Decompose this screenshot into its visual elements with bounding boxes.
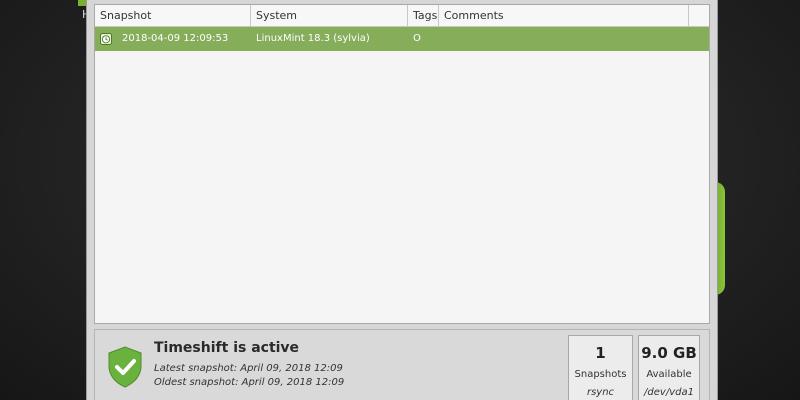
status-panel: Timeshift is active Latest snapshot: Apr…	[94, 329, 710, 400]
device-label: /dev/vda1	[644, 387, 694, 398]
system-cell: LinuxMint 18.3 (sylvia)	[256, 33, 370, 44]
snapshot-mode-label: rsync	[586, 387, 615, 398]
table-row[interactable]: 2018-04-09 12:09:53 LinuxMint 18.3 (sylv…	[95, 27, 709, 51]
latest-snapshot-text: Latest snapshot: April 09, 2018 12:09	[154, 363, 343, 374]
column-header-comments[interactable]: Comments	[439, 5, 689, 26]
column-header-row: Snapshot System Tags Comments	[95, 5, 709, 27]
oldest-snapshot-text: Oldest snapshot: April 09, 2018 12:09	[154, 377, 345, 388]
snapshot-date-cell: 2018-04-09 12:09:53	[122, 33, 229, 44]
column-header-tags[interactable]: Tags	[408, 5, 439, 26]
timeshift-window: Snapshot System Tags Comments 2018-04-09…	[86, 0, 718, 400]
column-header-snapshot[interactable]: Snapshot	[95, 5, 251, 26]
snapshot-list: Snapshot System Tags Comments 2018-04-09…	[94, 4, 710, 324]
tags-cell: O	[413, 33, 421, 44]
snapshots-count-box: 1 Snapshots rsync	[568, 335, 633, 400]
comments-cell[interactable]	[444, 27, 684, 51]
available-space-value: 9.0 GB	[641, 344, 697, 362]
column-header-system[interactable]: System	[251, 5, 408, 26]
available-space-box: 9.0 GB Available /dev/vda1	[638, 335, 700, 400]
available-space-label: Available	[646, 369, 692, 380]
shield-check-icon	[108, 346, 142, 388]
status-title: Timeshift is active	[154, 340, 300, 356]
snapshot-clock-icon	[100, 33, 112, 45]
snapshots-count-value: 1	[595, 344, 606, 362]
snapshots-count-label: Snapshots	[574, 369, 627, 380]
